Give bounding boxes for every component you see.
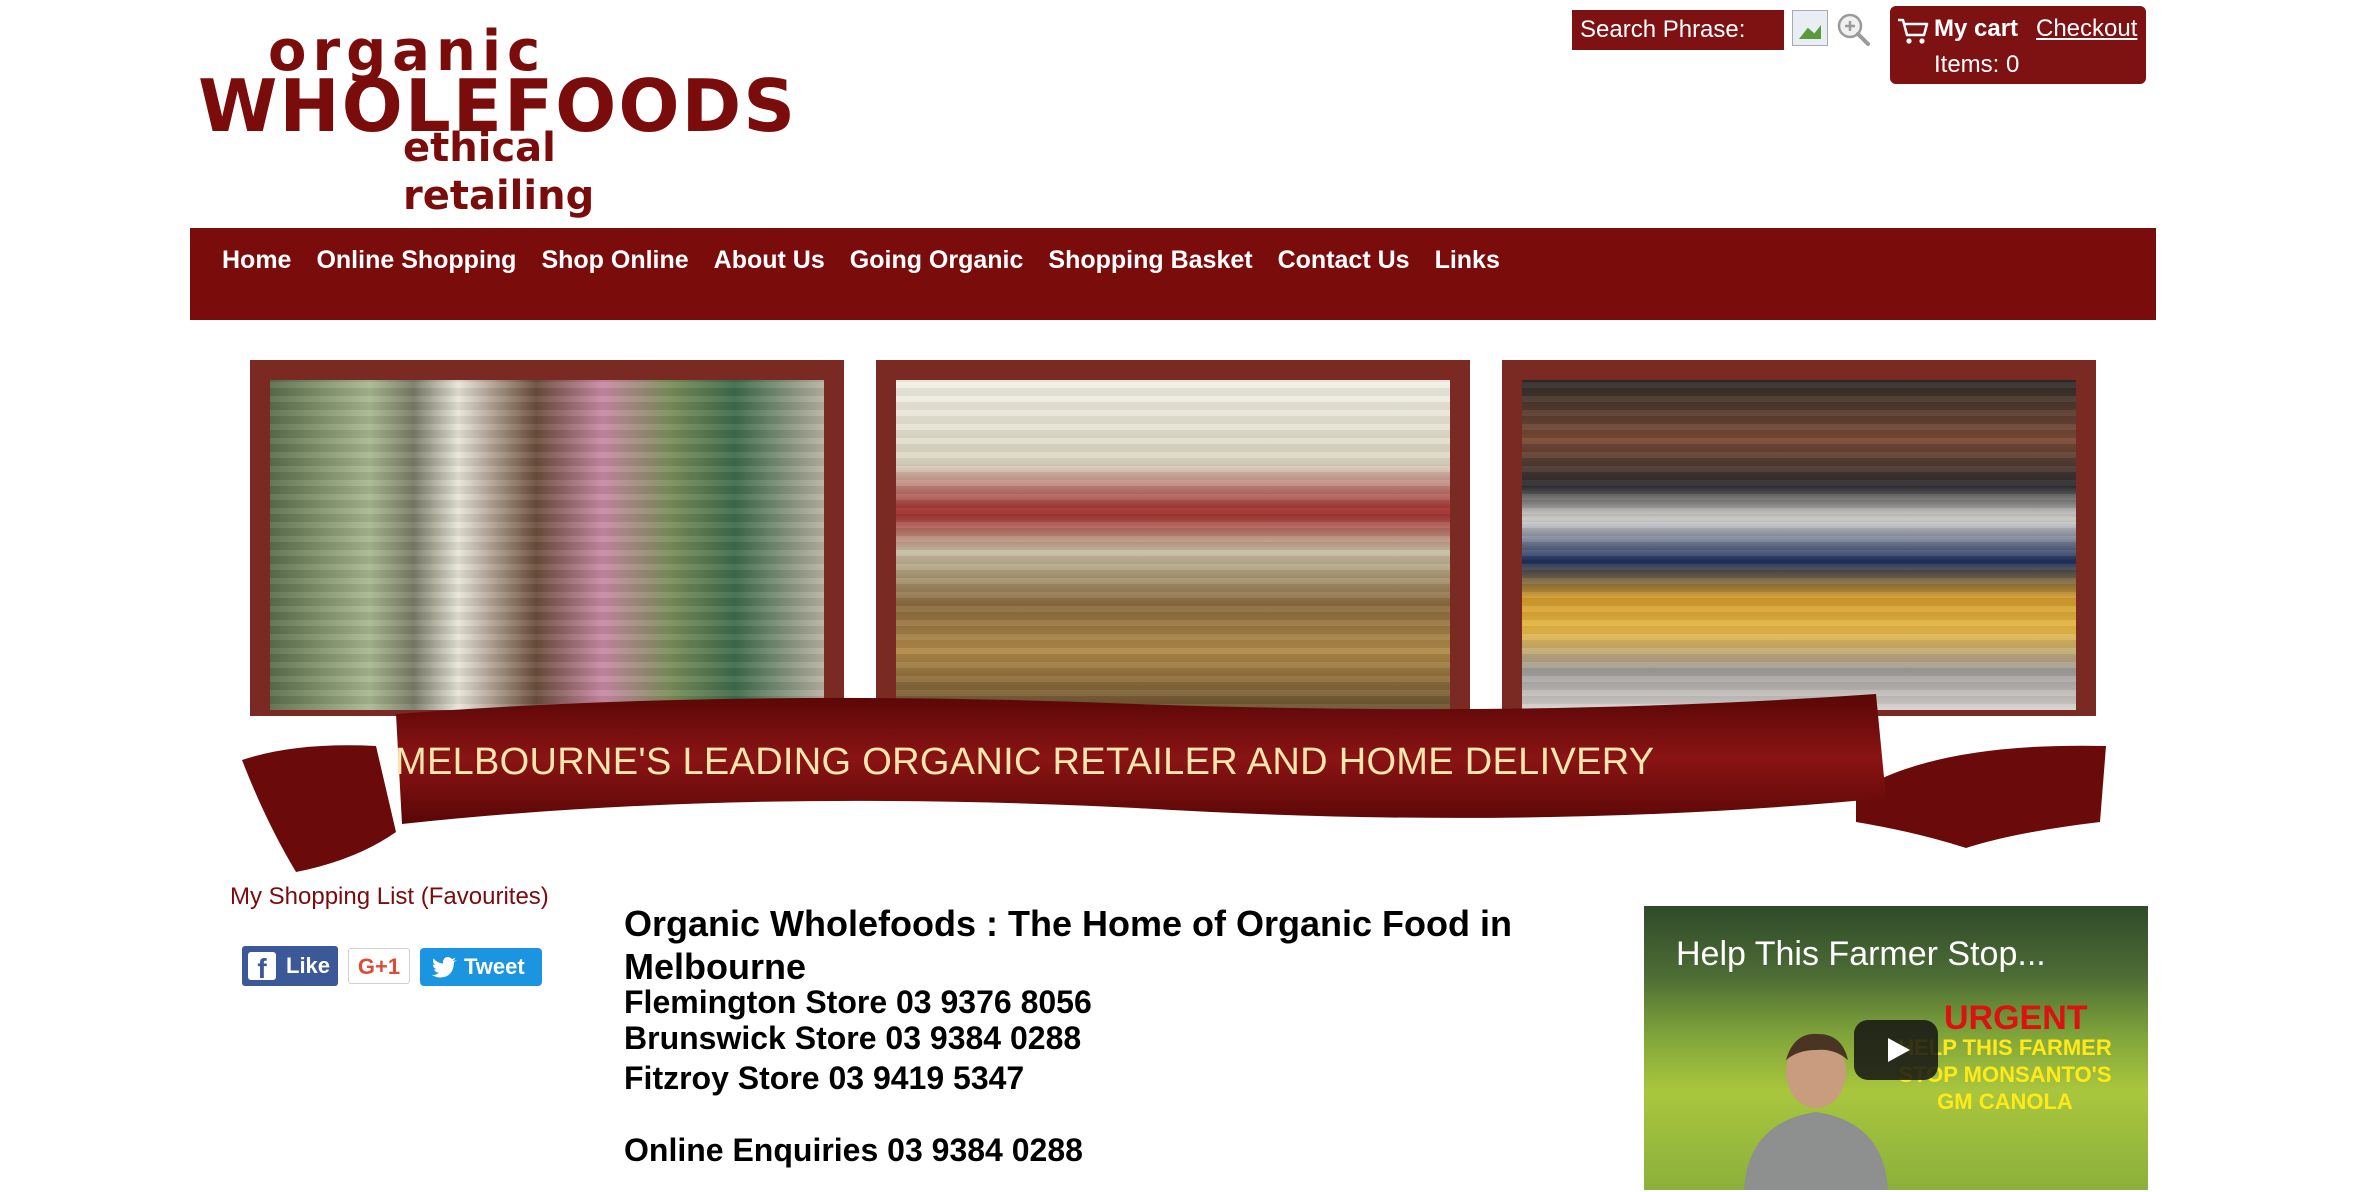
- page-title: Organic Wholefoods : The Home of Organic…: [624, 903, 1512, 987]
- main-navigation: Home Online Shopping Shop Online About U…: [190, 228, 2156, 320]
- twitter-bird-icon: [432, 957, 457, 978]
- tweet-label: Tweet: [464, 954, 525, 979]
- nav-item-online-shopping[interactable]: Online Shopping: [316, 238, 516, 282]
- shopping-cart-icon[interactable]: [1896, 16, 1930, 46]
- site-logo[interactable]: organic WHOLEFOODS ethical retailing: [198, 24, 795, 220]
- cart-item-count: Items: 0: [1934, 51, 2020, 78]
- nav-item-contact-us[interactable]: Contact Us: [1278, 238, 1410, 282]
- store-photo-coffee-shelf: [1522, 380, 2076, 710]
- checkout-link[interactable]: Checkout: [2036, 14, 2137, 44]
- nav-item-going-organic[interactable]: Going Organic: [850, 238, 1024, 282]
- nav-item-shop-online[interactable]: Shop Online: [541, 238, 688, 282]
- cart-panel: My cart Checkout Items: 0: [1890, 6, 2146, 84]
- store-phone-brunswick: Brunswick Store 03 9384 0288: [624, 1020, 1082, 1056]
- store-photo-frame-3: [1502, 360, 2096, 716]
- nav-item-links[interactable]: Links: [1435, 238, 1500, 282]
- broken-image-icon[interactable]: [1792, 10, 1828, 46]
- store-photo-frame-2: [876, 360, 1470, 716]
- video-urgent-label: URGENT: [1944, 999, 2088, 1037]
- store-photo-child-shopping: [270, 380, 824, 710]
- like-label: Like: [286, 953, 331, 978]
- facebook-like-button[interactable]: f Like: [242, 946, 338, 986]
- tweet-button[interactable]: Tweet: [420, 948, 542, 986]
- search-phrase-label[interactable]: Search Phrase:: [1572, 10, 1784, 50]
- my-cart-link[interactable]: My cart: [1934, 14, 2018, 44]
- video-embed[interactable]: Help This Farmer Stop... URGENT HELP THI…: [1644, 906, 2148, 1190]
- store-phone-flemington: Flemington Store 03 9376 8056: [624, 984, 1092, 1020]
- logo-tagline-text: ethical retailing: [403, 125, 595, 219]
- store-photo-frame-1: [250, 360, 844, 716]
- zoom-search-icon[interactable]: [1834, 10, 1872, 48]
- google-plus-button[interactable]: G+1: [348, 948, 410, 984]
- video-title[interactable]: Help This Farmer Stop...: [1676, 934, 2046, 974]
- store-phone-fitzroy: Fitzroy Store 03 9419 5347: [624, 1060, 1025, 1096]
- online-enquiries-phone: Online Enquiries 03 9384 0288: [624, 1132, 1083, 1168]
- nav-item-about-us[interactable]: About Us: [714, 238, 825, 282]
- store-photo-interior: [896, 380, 1450, 710]
- banner-headline: MELBOURNE'S LEADING ORGANIC RETAILER AND…: [395, 741, 1655, 783]
- nav-item-home[interactable]: Home: [222, 238, 291, 282]
- facebook-icon: f: [248, 952, 276, 980]
- nav-item-shopping-basket[interactable]: Shopping Basket: [1048, 238, 1252, 282]
- favourites-link[interactable]: My Shopping List (Favourites): [230, 880, 549, 914]
- play-button[interactable]: [1854, 1020, 1938, 1080]
